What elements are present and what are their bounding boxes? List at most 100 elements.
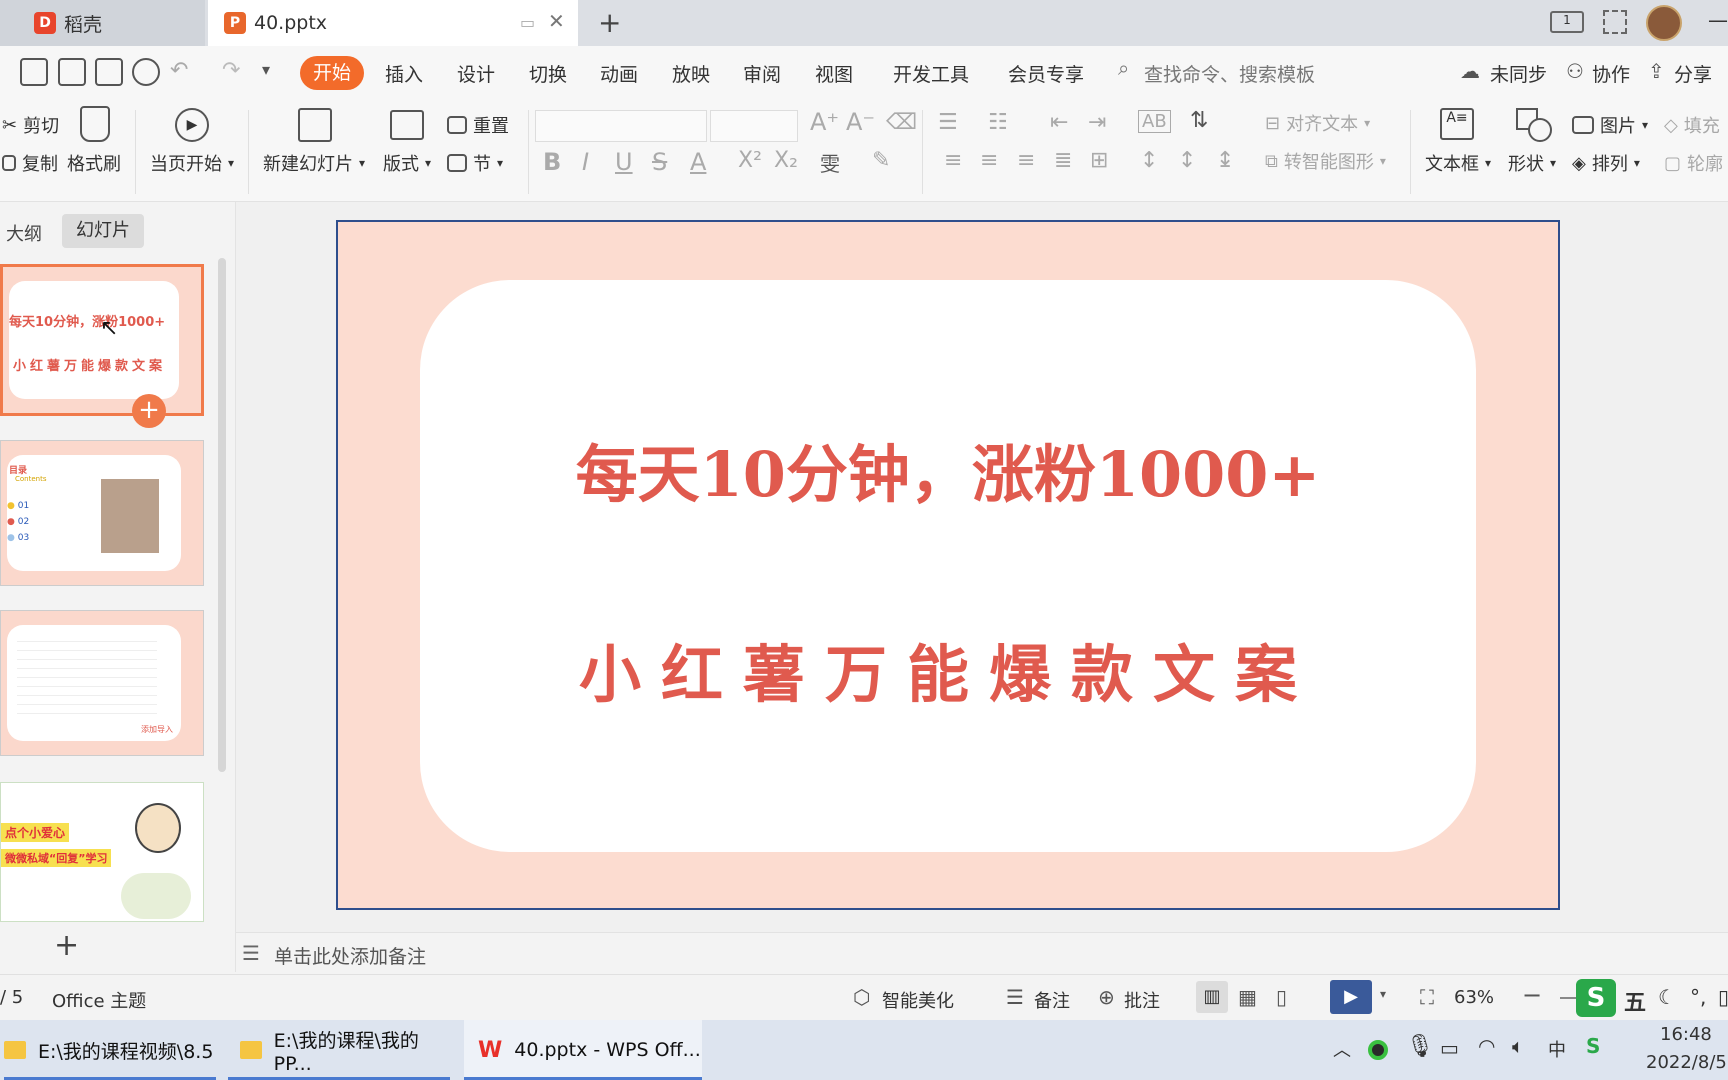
menu-tab-home[interactable]: 开始: [300, 56, 364, 90]
copy-button[interactable]: 复制: [2, 150, 58, 176]
customize-quick-access-icon[interactable]: ▾: [262, 60, 270, 79]
align-text-button[interactable]: ⊟ 对齐文本 ▾: [1265, 110, 1370, 136]
bold-icon[interactable]: B: [543, 148, 561, 176]
menu-tab-insert[interactable]: 插入: [385, 60, 423, 87]
fill-button[interactable]: ◇ 填充: [1664, 112, 1720, 138]
slide-thumbnail-3[interactable]: 添加导入: [0, 610, 204, 756]
moon-icon[interactable]: ☾: [1658, 985, 1676, 1009]
taskbar-item-folder-2[interactable]: E:\我的课程\我的PP...: [240, 1020, 454, 1080]
font-family-select[interactable]: [535, 110, 707, 142]
print-icon[interactable]: [95, 58, 123, 86]
increase-font-icon[interactable]: A⁺: [810, 108, 839, 136]
reset-button[interactable]: 重置: [447, 112, 509, 138]
zoom-out-icon[interactable]: −: [1522, 981, 1542, 1009]
shape-button[interactable]: 形状 ▾: [1508, 150, 1556, 176]
microphone-icon[interactable]: 🎙︎: [1406, 1034, 1434, 1059]
sogou-tray-icon[interactable]: S: [1586, 1034, 1600, 1058]
fit-window-icon[interactable]: ⛶: [1420, 985, 1434, 1009]
underline-icon[interactable]: U: [615, 148, 633, 176]
save-icon[interactable]: [20, 58, 48, 86]
notes-toggle-button[interactable]: 备注: [1034, 987, 1070, 1013]
grid-apps-icon[interactable]: [1603, 10, 1627, 34]
tab-outline[interactable]: 大纲: [6, 220, 42, 246]
command-search[interactable]: 查找命令、搜索模板: [1144, 60, 1315, 87]
phonetic-icon[interactable]: 雯: [820, 148, 840, 177]
share-button[interactable]: 分享: [1674, 60, 1712, 87]
cut-button[interactable]: ✂ 剪切: [2, 112, 59, 138]
distribute-icon[interactable]: ⊞: [1090, 148, 1108, 173]
format-painter-button[interactable]: 格式刷: [67, 150, 121, 176]
align-right-icon[interactable]: ≡: [1017, 148, 1035, 173]
menu-tab-member[interactable]: 会员专享: [1008, 60, 1084, 87]
add-slide-after-icon[interactable]: +: [132, 394, 166, 428]
smart-beautify-button[interactable]: 智能美化: [882, 987, 954, 1013]
slide-thumbnail-2[interactable]: 目录 Contents ● 01 ● 02 ● 03: [0, 440, 204, 586]
tab-slides[interactable]: 幻灯片: [62, 214, 144, 248]
slide-thumbnail-4[interactable]: 点个小爱心 微微私域“回复”学习: [0, 782, 204, 922]
ime-more-icon[interactable]: ▯: [1718, 985, 1728, 1009]
punctuation-icon[interactable]: °,: [1690, 985, 1706, 1009]
taskbar-item-folder-1[interactable]: E:\我的课程视频\8.5: [4, 1020, 220, 1080]
spacing-options-icon[interactable]: ↨: [1216, 148, 1234, 173]
tab-daoke[interactable]: D 稻壳: [0, 0, 205, 46]
numbered-list-icon[interactable]: ☷: [988, 110, 1008, 135]
italic-icon[interactable]: I: [582, 148, 589, 176]
align-left-icon[interactable]: ≡: [944, 148, 962, 173]
menu-tab-developer[interactable]: 开发工具: [893, 60, 969, 87]
menu-tab-review[interactable]: 审阅: [743, 60, 781, 87]
menu-tab-view[interactable]: 视图: [815, 60, 853, 87]
slideshow-play-button[interactable]: ▶: [1330, 980, 1372, 1014]
increase-indent-icon[interactable]: ⇥: [1088, 110, 1106, 135]
minimize-icon[interactable]: —: [1708, 8, 1728, 32]
text-direction-icon[interactable]: AB: [1138, 110, 1171, 133]
ime-mode[interactable]: 五: [1624, 985, 1646, 1017]
subscript-icon[interactable]: X₂: [774, 148, 798, 173]
slide[interactable]: 每天10分钟，涨粉1000+ 小红薯万能爆款文案: [336, 220, 1560, 910]
strikethrough-icon[interactable]: S: [652, 148, 667, 176]
normal-view-icon[interactable]: ▥: [1196, 981, 1228, 1013]
undo-icon[interactable]: ↶: [170, 58, 188, 83]
text-box-button[interactable]: 文本框 ▾: [1425, 150, 1491, 176]
tray-app-icon[interactable]: [1368, 1040, 1388, 1060]
input-language[interactable]: 中: [1548, 1036, 1566, 1062]
section-button[interactable]: 节 ▾: [447, 150, 503, 176]
tab-document[interactable]: P 40.pptx ▭ ✕: [208, 0, 578, 46]
slide-sorter-icon[interactable]: ▦: [1238, 985, 1257, 1009]
window-layout-icon[interactable]: 1: [1550, 11, 1584, 33]
slideshow-options-icon[interactable]: ▾: [1380, 987, 1386, 1001]
line-spacing-icon[interactable]: ↕: [1140, 148, 1158, 173]
arrange-button[interactable]: ◈ 排列 ▾: [1572, 150, 1640, 176]
avatar[interactable]: [1646, 5, 1682, 41]
font-color-icon[interactable]: A: [690, 148, 706, 176]
sogou-ime-icon[interactable]: S: [1576, 979, 1616, 1017]
close-tab-icon[interactable]: ✕: [548, 9, 565, 33]
scrollbar[interactable]: [218, 258, 226, 772]
print-preview-icon[interactable]: [132, 58, 160, 86]
decrease-font-icon[interactable]: A⁻: [846, 108, 875, 136]
redo-icon[interactable]: ↷: [222, 58, 240, 83]
font-size-select[interactable]: [710, 110, 798, 142]
add-slide-icon[interactable]: +: [54, 928, 79, 963]
wifi-icon[interactable]: ◠: [1478, 1034, 1495, 1058]
justify-icon[interactable]: ≣: [1054, 148, 1072, 173]
clear-format-icon[interactable]: ⌫: [886, 110, 917, 135]
smart-art-button[interactable]: ⧉ 转智能图形 ▾: [1265, 148, 1386, 174]
taskbar-item-wps[interactable]: W 40.pptx - WPS Off...: [464, 1020, 702, 1080]
clock-time[interactable]: 16:48: [1660, 1024, 1712, 1045]
sync-status[interactable]: 未同步: [1490, 60, 1547, 87]
slide-title[interactable]: 每天10分钟，涨粉1000+: [420, 424, 1476, 514]
zoom-level[interactable]: 63%: [1454, 987, 1494, 1008]
highlight-icon[interactable]: ✎: [872, 148, 890, 173]
show-hidden-icons-icon[interactable]: ︿: [1333, 1036, 1351, 1062]
play-from-current-button[interactable]: 当页开始 ▾: [150, 150, 234, 176]
clock-date[interactable]: 2022/8/5: [1646, 1052, 1727, 1073]
menu-tab-animation[interactable]: 动画: [600, 60, 638, 87]
bullet-list-icon[interactable]: ☰: [938, 110, 958, 135]
battery-icon[interactable]: ▭: [1440, 1036, 1459, 1060]
notes-pane[interactable]: ☰ 单击此处添加备注: [236, 932, 1728, 974]
align-center-icon[interactable]: ≡: [980, 148, 998, 173]
monitor-icon[interactable]: ▭: [520, 13, 535, 32]
outline-button[interactable]: ▢ 轮廓: [1664, 150, 1723, 176]
export-icon[interactable]: [58, 58, 86, 86]
menu-tab-slideshow[interactable]: 放映: [672, 60, 710, 87]
